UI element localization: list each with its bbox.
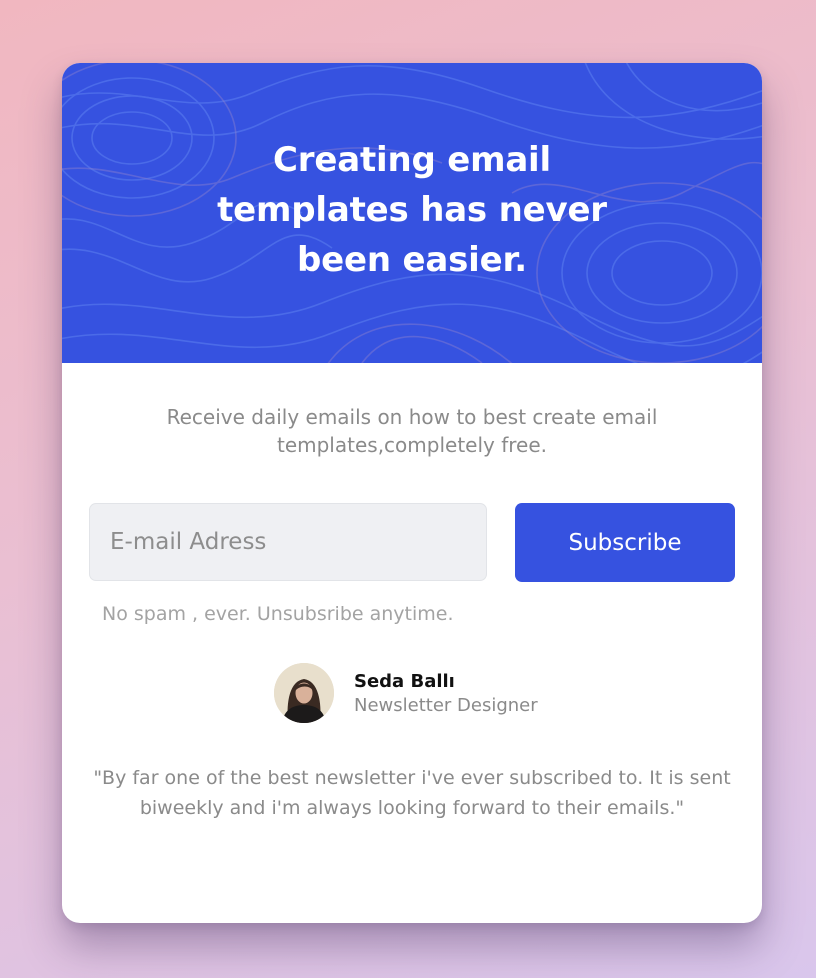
avatar-photo-icon [274, 663, 334, 723]
hero-title: Creating email templates has never been … [217, 140, 607, 280]
email-field[interactable] [89, 503, 487, 581]
author-name: Seda Ballı [354, 671, 455, 692]
hero-banner: Creating email templates has never been … [62, 63, 762, 363]
newsletter-card: Creating email templates has never been … [62, 63, 762, 923]
testimonial-quote: "By far one of the best newsletter i've … [93, 767, 731, 819]
author-role: Newsletter Designer [354, 695, 538, 716]
subscribe-button[interactable]: Subscribe [515, 503, 735, 582]
no-spam-note: No spam , ever. Unsubsribe anytime. [102, 603, 454, 625]
author-info: Seda Ballı Newsletter Designer [274, 663, 594, 725]
subtitle-text: Receive daily emails on how to best crea… [166, 405, 658, 457]
avatar [274, 663, 334, 723]
